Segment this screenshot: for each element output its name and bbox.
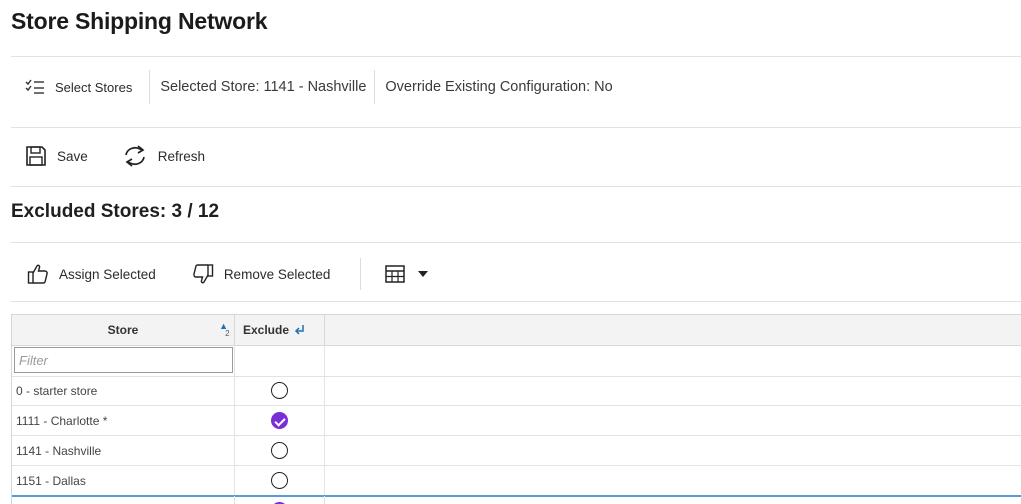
store-selection-bar: Select Stores Selected Store: 1141 - Nas… xyxy=(11,58,1021,116)
override-config-text: Override Existing Configuration: No xyxy=(385,79,613,95)
grid-filter-row xyxy=(12,345,1021,377)
table-row[interactable]: 0 - starter store xyxy=(12,376,1021,406)
select-stores-label: Select Stores xyxy=(55,79,133,95)
checklist-icon xyxy=(25,79,44,94)
save-label: Save xyxy=(57,148,88,164)
assign-selected-label: Assign Selected xyxy=(59,266,156,282)
store-column-label: Store xyxy=(107,323,139,337)
divider xyxy=(11,186,1021,187)
refresh-button[interactable]: Refresh xyxy=(122,144,205,168)
assign-selected-button[interactable]: Assign Selected xyxy=(27,263,156,285)
store-cell: 0 - starter store xyxy=(12,376,235,405)
divider xyxy=(11,242,1021,243)
selected-store-text: Selected Store: 1141 - Nashville xyxy=(160,79,367,95)
refresh-label: Refresh xyxy=(157,148,206,164)
table-icon xyxy=(385,265,406,283)
grid-header-row: Store ▲ 2 Exclude xyxy=(12,315,1021,346)
exclude-column-header[interactable]: Exclude xyxy=(235,315,325,345)
thumbs-down-icon xyxy=(192,264,214,284)
sort-order-number: 2 xyxy=(225,329,230,338)
store-cell: 1141 - Nashville xyxy=(12,436,235,465)
table-row[interactable]: 1151 - Dallas xyxy=(12,466,1021,497)
save-icon xyxy=(26,146,46,166)
exclude-filter-cell xyxy=(235,345,325,376)
store-filter-input[interactable] xyxy=(14,347,233,373)
store-cell: 1111 - Charlotte * xyxy=(12,406,235,435)
thumbs-up-icon xyxy=(27,264,48,284)
remove-selected-label: Remove Selected xyxy=(223,266,331,282)
store-cell: 1151 - Dallas xyxy=(12,466,235,495)
table-row[interactable]: 1111 - Charlotte * xyxy=(12,406,1021,436)
sort-ascending-icon[interactable]: ▲ 2 xyxy=(219,321,229,338)
exclude-cell xyxy=(235,466,325,495)
exclude-cell xyxy=(235,406,325,435)
refresh-icon xyxy=(124,145,145,167)
save-button[interactable]: Save xyxy=(25,145,88,167)
caret-down-icon xyxy=(418,271,429,277)
exclude-checked-radio[interactable] xyxy=(271,412,288,429)
store-column-header[interactable]: Store ▲ 2 xyxy=(12,315,235,345)
divider xyxy=(11,301,1021,302)
divider xyxy=(360,258,362,290)
remove-selected-button[interactable]: Remove Selected xyxy=(192,263,331,285)
select-stores-button[interactable]: Select Stores xyxy=(11,79,149,95)
grid-toolbar: Assign Selected Remove Selected xyxy=(11,258,439,290)
excluded-stores-grid: Store ▲2 Exclude 0 - starter store1111 -… xyxy=(11,314,1021,504)
store-filter-cell xyxy=(12,345,235,376)
exclude-cell xyxy=(235,436,325,465)
exclude-radio[interactable] xyxy=(271,472,288,489)
exclude-radio[interactable] xyxy=(271,382,288,399)
table-row[interactable]: 1141 - Nashville xyxy=(12,436,1021,466)
page-title: Store Shipping Network xyxy=(11,8,268,34)
exclude-column-label: Exclude xyxy=(243,323,290,337)
divider xyxy=(11,56,1021,57)
divider xyxy=(11,127,1021,128)
excluded-stores-heading: Excluded Stores: 3 / 12 xyxy=(11,201,220,222)
exclude-radio[interactable] xyxy=(271,442,288,459)
page-toolbar: Save Refresh xyxy=(11,144,205,168)
exclude-cell xyxy=(235,376,325,405)
sort-descending-icon[interactable] xyxy=(294,324,306,336)
column-view-dropdown[interactable] xyxy=(385,265,439,283)
